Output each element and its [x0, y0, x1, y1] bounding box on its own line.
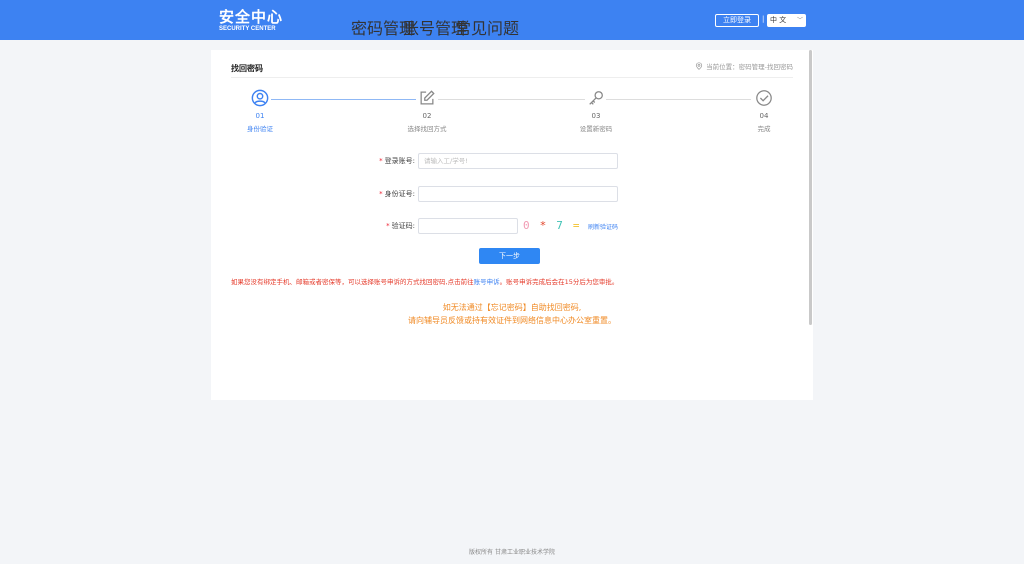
account-row: * 登录账号: 请输入工/学号! — [211, 153, 813, 169]
id-number-label-text: 身份证号: — [384, 190, 415, 198]
breadcrumb-text: 当前位置：密码管理-找回密码 — [706, 63, 793, 71]
account-input[interactable]: 请输入工/学号! — [418, 153, 618, 169]
step-number: 01 — [255, 112, 265, 120]
step-label: 身份验证 — [247, 125, 273, 133]
step-identity: 01 身份验证 — [230, 89, 290, 133]
next-step-button[interactable]: 下一步 — [479, 248, 540, 264]
step-complete: 04 完成 — [734, 89, 794, 133]
id-number-input[interactable] — [418, 186, 618, 202]
captcha-char: 7 — [556, 219, 563, 232]
step-set-password: 03 设置新密码 — [566, 89, 626, 133]
appeal-notice: 如果您没有绑定手机、邮箱或者密保等，可以选择账号申诉的方式找回密码,点击前往账号… — [231, 276, 618, 286]
captcha-input[interactable] — [418, 218, 518, 234]
appeal-notice-tail: 。账号申诉完成后会在15分后为您审批。 — [499, 278, 619, 286]
help-notice-line2: 请向辅导员反馈或持有效证件到网络信息中心办公室重置。 — [408, 316, 616, 325]
step-label: 完成 — [757, 125, 771, 133]
id-number-row: * 身份证号: — [211, 186, 813, 202]
step-number: 03 — [591, 112, 601, 120]
account-label: * 登录账号: — [379, 156, 415, 166]
chevron-down-icon: ﹀ — [796, 17, 803, 24]
step-connector-2 — [438, 99, 585, 100]
step-connector-3 — [606, 99, 751, 100]
header-divider: | — [762, 15, 765, 23]
recover-password-card: 找回密码 当前位置：密码管理-找回密码 01 身份验证 02 选择找回方式 03… — [211, 50, 813, 400]
edit-icon — [420, 90, 435, 105]
account-appeal-link[interactable]: 账号申诉 — [474, 278, 500, 286]
check-circle-icon — [756, 90, 772, 106]
top-bar: 安全中心 SECURITY CENTER 密码管理 账号管理 常见问题 立即登录… — [0, 0, 1024, 40]
logo[interactable]: 安全中心 SECURITY CENTER — [219, 10, 283, 33]
required-mark: * — [379, 190, 383, 198]
location-pin-icon — [696, 62, 703, 70]
required-mark: * — [386, 222, 390, 230]
captcha-char: = — [572, 219, 580, 232]
captcha-label: * 验证码: — [386, 221, 415, 231]
step-number: 04 — [759, 112, 769, 120]
key-icon — [589, 91, 603, 105]
login-button[interactable]: 立即登录 — [715, 14, 759, 27]
captcha-image[interactable]: 0 * 7 = — [523, 218, 580, 234]
page-title: 找回密码 — [231, 64, 263, 73]
required-mark: * — [379, 157, 383, 165]
breadcrumb: 当前位置：密码管理-找回密码 — [695, 61, 793, 71]
captcha-row: * 验证码: 0 * 7 = 刷新验证码 — [211, 218, 813, 234]
nav-faq[interactable]: 常见问题 — [455, 15, 519, 39]
user-circle-icon — [251, 89, 269, 107]
scrollbar[interactable] — [809, 50, 812, 325]
step-label: 设置新密码 — [579, 125, 613, 133]
id-number-label: * 身份证号: — [379, 189, 415, 199]
language-value: 中 文 — [770, 16, 787, 24]
title-divider — [231, 77, 793, 78]
refresh-captcha-link[interactable]: 刷新验证码 — [588, 222, 618, 231]
logo-title: 安全中心 — [219, 8, 284, 26]
logo-subtitle: SECURITY CENTER — [219, 26, 276, 32]
account-label-text: 登录账号: — [384, 157, 415, 165]
step-number: 02 — [422, 112, 432, 120]
captcha-char: * — [539, 219, 547, 232]
step-choose-method: 02 选择找回方式 — [397, 89, 457, 133]
step-connector-1 — [271, 99, 416, 100]
step-label: 选择找回方式 — [407, 125, 447, 133]
appeal-notice-text: 如果您没有绑定手机、邮箱或者密保等，可以选择账号申诉的方式找回密码,点击前往 — [231, 278, 474, 286]
footer-copyright: 版权所有 甘肃工业职业技术学院 — [469, 549, 555, 556]
captcha-char: 0 — [523, 219, 530, 232]
help-notice-line1: 如无法通过【忘记密码】自助找回密码, — [442, 303, 582, 312]
language-select[interactable]: 中 文 ﹀ — [767, 14, 806, 27]
captcha-label-text: 验证码: — [391, 222, 415, 230]
